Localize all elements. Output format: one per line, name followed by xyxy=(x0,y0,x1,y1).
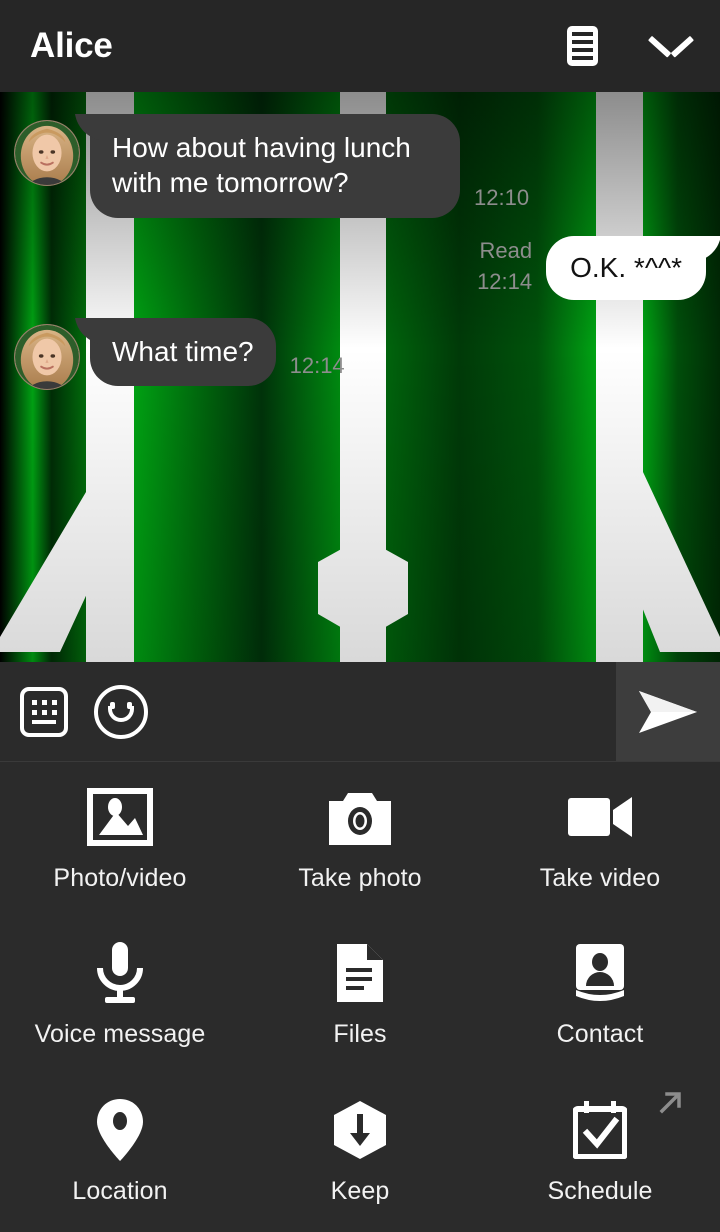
document-icon xyxy=(337,944,383,1003)
message-timestamp: 12:10 xyxy=(474,184,530,210)
video-camera-icon xyxy=(568,788,632,846)
attachment-take-photo[interactable]: Take photo xyxy=(240,762,480,919)
alice-avatar-image xyxy=(15,121,79,185)
attachment-location[interactable]: Location xyxy=(0,1075,240,1232)
chat-message-area[interactable]: How about having lunch with me tomorrow?… xyxy=(0,92,720,662)
attachment-label: Keep xyxy=(330,1177,390,1206)
map-pin-icon xyxy=(97,1099,143,1162)
message-row-incoming: How about having lunch with me tomorrow?… xyxy=(0,114,720,218)
attachment-label: Contact xyxy=(556,1020,644,1049)
attachment-keep[interactable]: Keep xyxy=(240,1075,480,1232)
avatar[interactable] xyxy=(14,323,80,390)
attachment-label: Files xyxy=(333,1020,387,1049)
attachment-label: Take video xyxy=(539,863,661,892)
image-icon xyxy=(87,787,153,846)
microphone-icon xyxy=(93,942,147,1004)
incoming-bubble-group: How about having lunch with me tomorrow?… xyxy=(90,114,529,218)
message-row-incoming: What time? 12:14 xyxy=(0,317,720,390)
message-bubble[interactable]: O.K. *^^* xyxy=(546,235,706,300)
read-status: Read xyxy=(479,238,533,264)
message-row-outgoing: Read 12:14 O.K. *^^* xyxy=(0,235,720,300)
keyboard-button[interactable] xyxy=(20,686,68,737)
attachment-label: Location xyxy=(72,1177,168,1206)
avatar[interactable] xyxy=(14,120,80,186)
attachment-photo-video[interactable]: Photo/video xyxy=(0,762,240,919)
outgoing-bubble-group: Read 12:14 O.K. *^^* xyxy=(477,235,706,300)
page-title: Alice xyxy=(30,26,113,65)
attachment-voice-message[interactable]: Voice message xyxy=(0,919,240,1076)
calendar-check-icon xyxy=(573,1101,627,1160)
attachment-contact[interactable]: Contact xyxy=(480,919,720,1076)
attachment-label: Schedule xyxy=(547,1177,653,1206)
toolbar-icons xyxy=(0,684,148,739)
collapse-button[interactable] xyxy=(650,33,692,59)
smiley-face-icon xyxy=(94,684,148,739)
send-paper-plane-icon xyxy=(639,690,697,733)
hexagon-download-icon xyxy=(334,1101,386,1160)
header-actions xyxy=(567,26,692,66)
attachment-label: Photo/video xyxy=(53,863,187,892)
attachment-panel: Photo/video Take photo Take video Voice … xyxy=(0,762,720,1232)
attachment-take-video[interactable]: Take video xyxy=(480,762,720,919)
attachment-label: Voice message xyxy=(34,1020,206,1049)
attachment-schedule[interactable]: Schedule xyxy=(480,1075,720,1232)
message-input[interactable] xyxy=(148,662,616,761)
message-bubble[interactable]: What time? xyxy=(90,317,276,387)
keyboard-icon xyxy=(20,686,68,737)
input-toolbar xyxy=(0,662,720,762)
incoming-bubble-group: What time? 12:14 xyxy=(90,317,345,387)
attachment-files[interactable]: Files xyxy=(240,919,480,1076)
message-timestamp: 12:14 xyxy=(289,353,345,379)
contact-book-icon xyxy=(574,944,626,1002)
message-bubble[interactable]: How about having lunch with me tomorrow? xyxy=(90,114,460,218)
message-timestamp: 12:14 xyxy=(477,268,533,294)
list-menu-button[interactable] xyxy=(567,26,598,66)
chevron-down-icon xyxy=(650,33,692,59)
alice-avatar-image xyxy=(15,324,79,389)
camera-icon xyxy=(329,788,391,846)
app-header: Alice xyxy=(0,0,720,92)
attachment-label: Take photo xyxy=(298,863,422,892)
message-status-group: Read 12:14 xyxy=(477,238,546,300)
list-menu-icon xyxy=(567,26,598,66)
message-list: How about having lunch with me tomorrow?… xyxy=(0,92,720,662)
emoji-button[interactable] xyxy=(94,684,148,739)
send-button[interactable] xyxy=(616,662,720,761)
chat-screen: Alice How about having lunch with me tom… xyxy=(0,0,720,1232)
external-link-arrow-icon xyxy=(656,1089,684,1117)
